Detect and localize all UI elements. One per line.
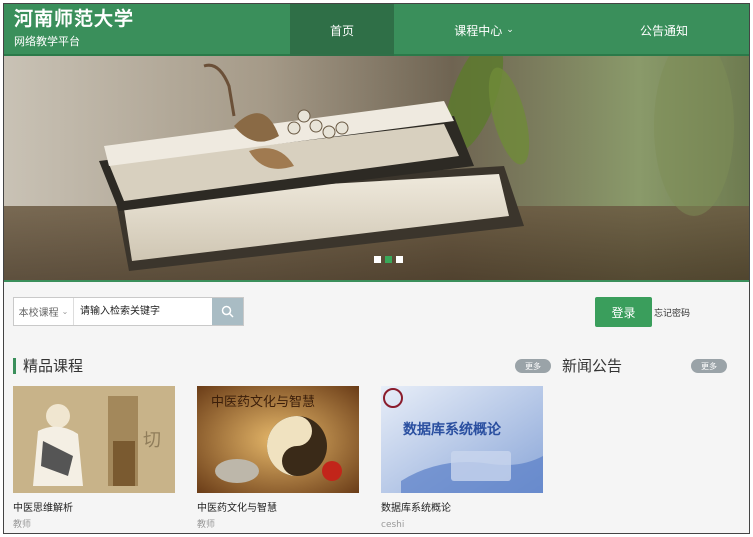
search-scope-label: 本校课程	[18, 308, 59, 319]
nav-item-courses[interactable]: 课程中心 ⌄	[394, 4, 574, 56]
nav-item-label: 首页	[329, 23, 354, 38]
section-accent-bar	[13, 357, 16, 374]
banner-image	[4, 56, 749, 280]
course-teacher: 教师	[13, 520, 32, 530]
course-teacher: 教师	[197, 520, 216, 530]
thumbnail-title: 数据库系统概论	[403, 421, 502, 438]
carousel-dot[interactable]	[385, 256, 392, 263]
chevron-down-icon: ⌄	[61, 307, 69, 316]
svg-text:切: 切	[143, 430, 161, 451]
header-bar: 河南师范大学 网络教学平台 首页 课程中心 ⌄ 公告通知	[4, 4, 749, 56]
search-scope-select[interactable]: 本校课程 ⌄	[14, 298, 74, 325]
news-section-title: 新闻公告	[562, 355, 622, 376]
course-card[interactable]: 数据库系统概论 数据库系统概论 ceshi	[381, 386, 543, 531]
course-name[interactable]: 中医药文化与智慧	[197, 502, 359, 515]
featured-more-button[interactable]: 更多	[515, 359, 551, 373]
main-nav: 首页 课程中心 ⌄ 公告通知	[290, 4, 749, 56]
course-teacher: ceshi	[381, 520, 405, 530]
nav-item-announcements[interactable]: 公告通知	[574, 4, 749, 56]
search-icon	[221, 305, 234, 318]
course-card[interactable]: 切 中医思维解析 教师	[13, 386, 175, 531]
nav-item-home[interactable]: 首页	[290, 4, 394, 56]
featured-title: 精品课程	[23, 357, 84, 375]
carousel-dots	[374, 256, 403, 263]
carousel-dot[interactable]	[374, 256, 381, 263]
course-card[interactable]: 中医药文化与智慧 中医药文化与智慧 教师	[197, 386, 359, 531]
course-name[interactable]: 中医思维解析	[13, 502, 175, 515]
thumbnail-title: 中医药文化与智慧	[211, 394, 315, 410]
search-input[interactable]	[74, 298, 212, 325]
featured-section-title: 精品课程	[13, 355, 83, 376]
nav-item-label: 公告通知	[639, 23, 688, 38]
chevron-down-icon: ⌄	[506, 25, 514, 35]
site-title: 河南师范大学	[14, 8, 135, 30]
site-logo[interactable]: 河南师范大学 网络教学平台	[14, 8, 134, 50]
course-name[interactable]: 数据库系统概论	[381, 502, 543, 515]
forgot-password-link[interactable]: 忘记密码	[654, 306, 690, 319]
page-frame: 河南师范大学 网络教学平台 首页 课程中心 ⌄ 公告通知 本校课程 ⌄ 请输入检…	[3, 3, 750, 534]
nav-item-label: 课程中心	[454, 23, 503, 38]
search-bar: 本校课程 ⌄	[13, 297, 244, 326]
login-button[interactable]: 登录	[595, 297, 652, 327]
course-thumbnail[interactable]: 切	[13, 386, 175, 493]
news-title: 新闻公告	[562, 357, 623, 375]
course-thumbnail[interactable]: 中医药文化与智慧	[197, 386, 359, 493]
site-subtitle: 网络教学平台	[14, 35, 80, 48]
hero-banner[interactable]	[4, 56, 749, 282]
carousel-dot[interactable]	[396, 256, 403, 263]
course-thumbnail[interactable]: 数据库系统概论	[381, 386, 543, 493]
search-button[interactable]	[212, 298, 243, 325]
news-more-button[interactable]: 更多	[691, 359, 727, 373]
